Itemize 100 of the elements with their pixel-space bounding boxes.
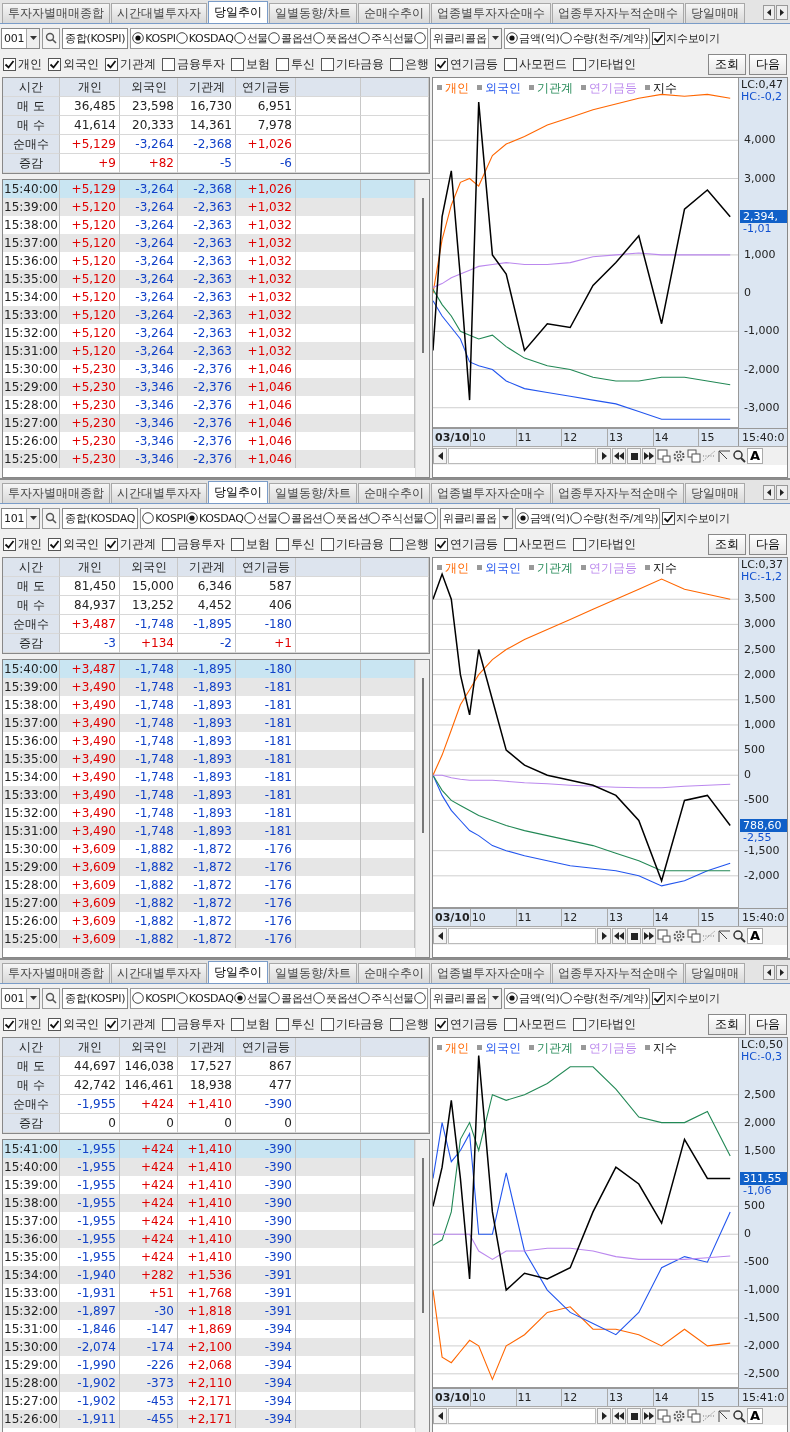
time-cell[interactable]: 15:29:00 xyxy=(3,378,60,396)
checkbox[interactable] xyxy=(105,57,118,71)
scroll-left-button[interactable] xyxy=(433,928,447,944)
time-cell[interactable]: 15:28:00 xyxy=(3,1374,60,1392)
code-dropdown[interactable]: 001 xyxy=(1,27,41,49)
tab[interactable]: 업종투자자누적순매수 xyxy=(552,3,685,23)
checkbox[interactable] xyxy=(435,57,448,71)
radio-button[interactable] xyxy=(267,992,280,1004)
dotted-line-icon[interactable] xyxy=(702,929,716,943)
tab[interactable]: 당일추이 xyxy=(208,481,268,503)
tab-scroll-right-button[interactable] xyxy=(776,965,788,980)
time-cell[interactable]: 15:25:00 xyxy=(3,450,60,468)
weekly-option-dropdown[interactable]: 위클리콜옵 xyxy=(440,507,513,529)
window-grid-icon[interactable] xyxy=(657,1409,671,1423)
radio-button[interactable] xyxy=(267,32,280,44)
checkbox[interactable] xyxy=(105,537,118,551)
tab[interactable]: 투자자별매매종합 xyxy=(2,963,110,983)
weekly-option-dropdown[interactable]: 위클리콜옵 xyxy=(429,27,503,49)
tab[interactable]: 당일매매 xyxy=(685,963,746,983)
radio-button[interactable] xyxy=(323,512,336,524)
font-button[interactable]: A xyxy=(747,448,763,464)
time-cell[interactable]: 15:30:00 xyxy=(3,1338,60,1356)
checkbox[interactable] xyxy=(105,1017,118,1031)
radio-button[interactable] xyxy=(413,32,426,44)
radio-button[interactable] xyxy=(358,992,371,1004)
tab-scroll-left-button[interactable] xyxy=(763,965,775,980)
time-cell[interactable]: 15:33:00 xyxy=(3,306,60,324)
tab[interactable]: 업종별투자자순매수 xyxy=(431,3,552,23)
tab-scroll-left-button[interactable] xyxy=(763,5,775,20)
windows-icon[interactable] xyxy=(687,929,701,943)
tab[interactable]: 순매수추이 xyxy=(358,3,431,23)
search-icon[interactable] xyxy=(732,929,746,943)
radio-button[interactable] xyxy=(569,512,582,524)
fast-forward-button[interactable] xyxy=(642,448,656,464)
checkbox[interactable] xyxy=(652,991,666,1005)
vertical-scrollbar[interactable] xyxy=(415,180,429,477)
weekly-option-dropdown[interactable]: 위클리콜옵 xyxy=(429,987,503,1009)
time-cell[interactable]: 15:37:00 xyxy=(3,234,60,252)
checkbox[interactable] xyxy=(504,537,517,551)
action-button[interactable]: 다음 xyxy=(749,53,787,75)
radio-button[interactable] xyxy=(132,32,145,44)
time-cell[interactable]: 15:41:00 xyxy=(3,1140,60,1158)
time-cell[interactable]: 15:27:00 xyxy=(3,414,60,432)
rewind-button[interactable] xyxy=(612,448,626,464)
search-icon[interactable] xyxy=(732,449,746,463)
scroll-left-button[interactable] xyxy=(433,1408,447,1424)
checkbox[interactable] xyxy=(231,537,244,551)
checkbox[interactable] xyxy=(435,537,448,551)
checkbox[interactable] xyxy=(276,57,289,71)
checkbox[interactable] xyxy=(662,511,676,525)
checkbox[interactable] xyxy=(3,537,16,551)
radio-button[interactable] xyxy=(185,512,198,524)
checkbox[interactable] xyxy=(573,537,586,551)
tab[interactable]: 일별동향/차트 xyxy=(269,483,358,503)
checkbox[interactable] xyxy=(652,31,666,45)
tab[interactable]: 시간대별투자자 xyxy=(111,483,207,503)
radio-button[interactable] xyxy=(313,992,325,1004)
checkbox[interactable] xyxy=(231,57,244,71)
tab[interactable]: 당일매매 xyxy=(685,3,746,23)
checkbox[interactable] xyxy=(162,57,175,71)
time-cell[interactable]: 15:27:00 xyxy=(3,894,60,912)
cursor-icon[interactable] xyxy=(717,1409,731,1423)
time-cell[interactable]: 15:25:00 xyxy=(3,930,60,948)
gear-icon[interactable] xyxy=(672,1409,686,1423)
stop-button[interactable] xyxy=(627,1408,641,1424)
time-cell[interactable]: 15:34:00 xyxy=(3,1266,60,1284)
checkbox[interactable] xyxy=(504,57,517,71)
action-button[interactable]: 조회 xyxy=(708,1013,746,1035)
time-cell[interactable]: 15:33:00 xyxy=(3,786,60,804)
checkbox[interactable] xyxy=(162,537,175,551)
checkbox[interactable] xyxy=(321,1017,334,1031)
tab[interactable]: 시간대별투자자 xyxy=(111,3,207,23)
windows-icon[interactable] xyxy=(687,449,701,463)
tab[interactable]: 당일추이 xyxy=(208,1,268,23)
action-button[interactable]: 조회 xyxy=(708,533,746,555)
radio-button[interactable] xyxy=(413,992,426,1004)
checkbox[interactable] xyxy=(390,57,403,71)
checkbox[interactable] xyxy=(390,1017,403,1031)
play-button[interactable] xyxy=(597,928,611,944)
checkbox[interactable] xyxy=(48,57,61,71)
time-cell[interactable]: 15:40:00 xyxy=(3,660,60,678)
action-button[interactable]: 다음 xyxy=(749,533,787,555)
windows-icon[interactable] xyxy=(687,1409,701,1423)
tab-scroll-right-button[interactable] xyxy=(776,485,788,500)
radio-button[interactable] xyxy=(368,512,381,524)
radio-button[interactable] xyxy=(559,32,572,44)
radio-button[interactable] xyxy=(132,992,145,1004)
time-cell[interactable]: 15:40:00 xyxy=(3,1158,60,1176)
tab[interactable]: 당일매매 xyxy=(685,483,746,503)
search-icon[interactable] xyxy=(732,1409,746,1423)
radio-button[interactable] xyxy=(516,512,529,524)
play-button[interactable] xyxy=(597,448,611,464)
font-button[interactable]: A xyxy=(747,1408,763,1424)
vertical-scrollbar[interactable] xyxy=(415,1140,429,1432)
checkbox[interactable] xyxy=(321,537,334,551)
font-button[interactable]: A xyxy=(747,928,763,944)
radio-button[interactable] xyxy=(233,32,246,44)
search-button[interactable] xyxy=(42,27,61,49)
radio-button[interactable] xyxy=(243,512,256,524)
checkbox[interactable] xyxy=(162,1017,175,1031)
